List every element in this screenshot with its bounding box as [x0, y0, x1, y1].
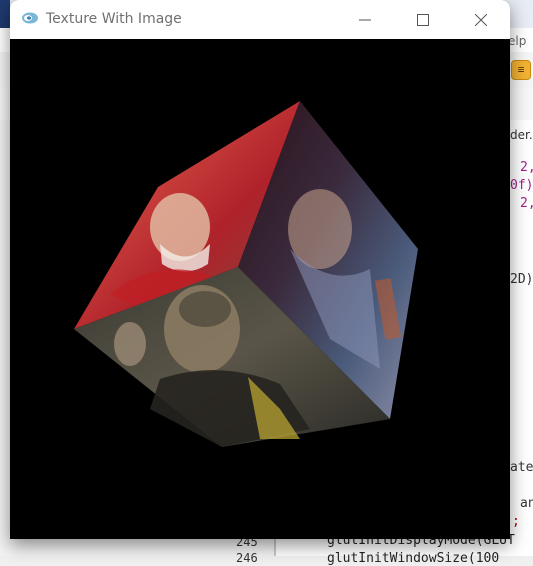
face-photo-detail: [150, 193, 210, 261]
close-button[interactable]: [452, 0, 510, 39]
minimize-button[interactable]: [336, 0, 394, 39]
code-fragment: ate: [510, 460, 533, 475]
code-fragment: 0f): [510, 178, 533, 193]
textured-cube: [74, 101, 418, 447]
database-icon[interactable]: ≡: [511, 60, 531, 80]
app-icon: [22, 12, 38, 24]
code-line: glutInitWindowSize(100: [327, 551, 500, 566]
minimize-icon: [359, 19, 371, 20]
face-photo-detail: [179, 291, 231, 327]
close-icon: [475, 13, 487, 26]
texture-window[interactable]: Texture With Image: [10, 0, 510, 539]
maximize-icon: [417, 13, 429, 26]
code-fragment: 2D): [510, 272, 533, 287]
ide-menu-help[interactable]: elp: [508, 34, 526, 48]
window-title: Texture With Image: [46, 11, 182, 27]
face-photo-detail: [114, 322, 146, 366]
line-number: 246: [236, 551, 258, 565]
code-fragment: 2,: [520, 196, 533, 211]
opengl-viewport[interactable]: [10, 39, 510, 539]
ide-editor-tab[interactable]: der.: [510, 128, 533, 142]
code-fragment: an: [520, 496, 533, 511]
ide-app-icon: [0, 0, 10, 28]
maximize-button[interactable]: [394, 0, 452, 39]
code-fragment: 2,: [520, 160, 533, 175]
window-title-bar[interactable]: Texture With Image: [10, 0, 510, 39]
code-fragment: ;: [512, 514, 520, 529]
